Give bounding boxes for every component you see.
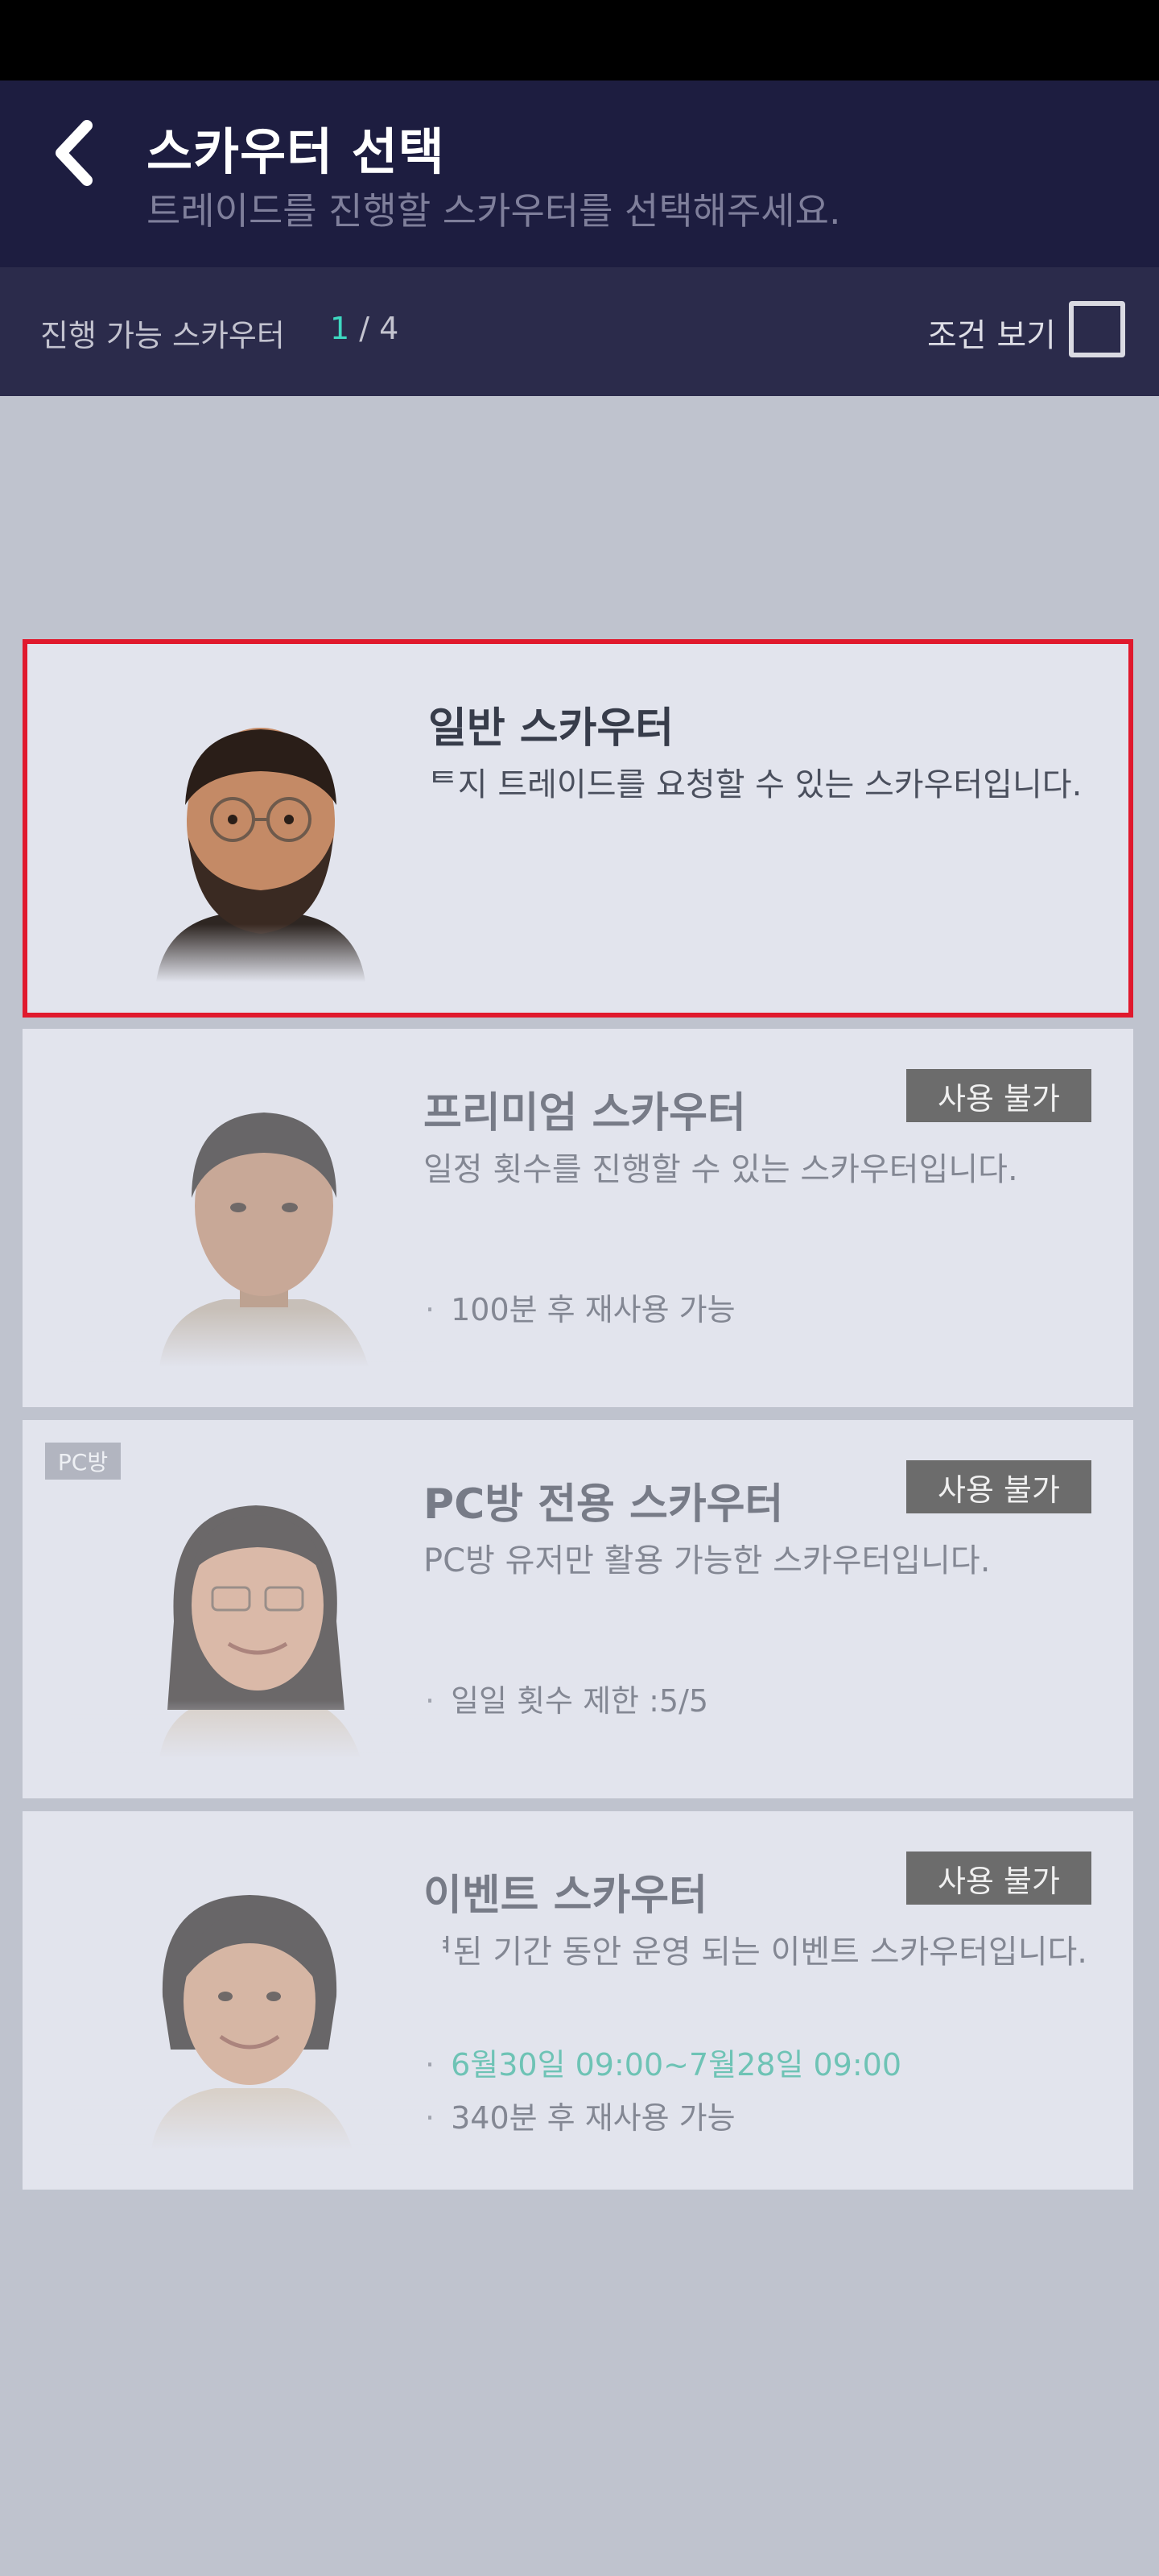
page-subtitle: 트레이드를 진행할 스카우터를 선택해주세요.: [146, 189, 841, 233]
page-title: 스카우터 선택: [146, 122, 445, 181]
status-bar: [0, 0, 1159, 80]
count-total: 4: [379, 311, 399, 346]
bullet-icon: ·: [425, 1292, 435, 1327]
chevron-left-icon: [56, 120, 93, 186]
condition-view-label: 조건 보기: [927, 317, 1056, 354]
scouter-portrait: [76, 692, 446, 982]
filter-bar: 진행 가능 스카우터 1 / 4 조건 보기: [0, 267, 1159, 396]
scouter-title: 이벤트 스카우터: [423, 1872, 707, 1920]
scouter-card-general[interactable]: 일반 스카우터 ᄐ지 트레이드를 요청할 수 있는 스카우터입니다.: [23, 639, 1133, 1018]
cooldown-text: 100분 후 재사용 가능: [451, 1292, 736, 1327]
scouter-title: PC방 전용 스카우터: [423, 1480, 784, 1529]
daily-limit-text: 일일 횟수 제한 :5/5: [451, 1683, 709, 1719]
scouter-description: ᄐ지 트레이드를 요청할 수 있는 스카우터입니다.: [428, 766, 1083, 803]
scouter-info: · 340분 후 재사용 가능: [425, 2093, 736, 2137]
bullet-icon: ·: [425, 2047, 435, 2083]
scouter-info: · 일일 횟수 제한 :5/5: [425, 1676, 708, 1720]
scouter-description: PC방 유저만 활용 가능한 스카우터입니다.: [423, 1542, 991, 1579]
cooldown-text: 340분 후 재사용 가능: [451, 2100, 736, 2136]
available-scouter-count: 1 / 4: [330, 311, 398, 346]
scouter-card-premium[interactable]: 프리미엄 스카우터 일정 횟수를 진행할 수 있는 스카우터입니다. 사용 불가…: [23, 1029, 1133, 1407]
scouter-portrait: [71, 1077, 441, 1367]
count-separator: /: [349, 311, 380, 346]
count-current: 1: [330, 311, 350, 346]
scouter-info: · 100분 후 재사용 가능: [425, 1285, 736, 1329]
event-period-text: 6월30일 09:00~7월28일 09:00: [451, 2047, 902, 2083]
scouter-card-pcroom[interactable]: PC방 PC방 전용 스카우터 PC방 유저만 활용 가능한 스카우터입니다. …: [23, 1420, 1133, 1798]
unavailable-badge: 사용 불가: [906, 1069, 1091, 1122]
available-scouter-label: 진행 가능 스카우터: [40, 318, 285, 353]
unavailable-badge: 사용 불가: [906, 1460, 1091, 1513]
scouter-card-event[interactable]: 이벤트 스카우터 ᅧ된 기간 동안 운영 되는 이벤트 스카우터입니다. 사용 …: [23, 1811, 1133, 2190]
scouter-description: ᅧ된 기간 동안 운영 되는 이벤트 스카우터입니다.: [423, 1934, 1088, 1971]
unavailable-badge: 사용 불가: [906, 1852, 1091, 1905]
condition-view-checkbox[interactable]: [1069, 301, 1125, 357]
scouter-portrait: [71, 1468, 441, 1758]
scouter-portrait: [71, 1860, 441, 2149]
bullet-icon: ·: [425, 1683, 435, 1719]
scouter-title: 프리미엄 스카우터: [423, 1089, 746, 1137]
event-period: · 6월30일 09:00~7월28일 09:00: [425, 2040, 901, 2084]
header: 스카우터 선택 트레이드를 진행할 스카우터를 선택해주세요.: [0, 80, 1159, 267]
bullet-icon: ·: [425, 2100, 435, 2136]
scouter-description: 일정 횟수를 진행할 수 있는 스카우터입니다.: [423, 1151, 1018, 1188]
scouter-title: 일반 스카우터: [428, 704, 674, 753]
back-button[interactable]: [42, 113, 106, 193]
